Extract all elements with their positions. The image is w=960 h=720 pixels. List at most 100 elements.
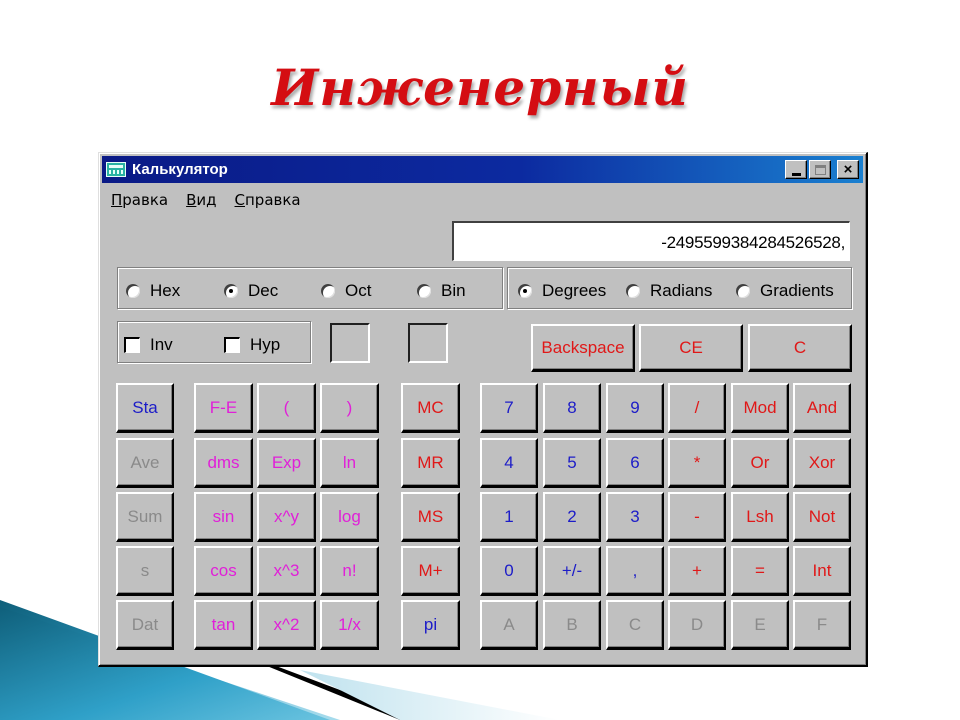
button-0[interactable]: 0 (480, 546, 538, 596)
button-d[interactable]: D (668, 600, 726, 650)
menu-item-help[interactable]: Справка (235, 191, 301, 209)
button-x-y[interactable]: x^y (257, 492, 316, 542)
button-int[interactable]: Int (793, 546, 851, 596)
button-pi[interactable]: pi (401, 600, 460, 650)
button-log[interactable]: log (320, 492, 379, 542)
checkbox-label: Hyp (250, 335, 281, 354)
button-c[interactable]: C (606, 600, 664, 650)
button-1[interactable]: 1 (480, 492, 538, 542)
close-icon: × (843, 161, 853, 178)
button-mc[interactable]: MC (401, 383, 460, 433)
button-ave[interactable]: Ave (116, 438, 174, 488)
maximize-button (809, 160, 831, 179)
button-9[interactable]: 9 (606, 383, 664, 433)
menu-label-rest: правка (245, 191, 301, 209)
button-x-3[interactable]: x^3 (257, 546, 316, 596)
button-cos[interactable]: cos (194, 546, 253, 596)
parentheses-indicator (330, 323, 370, 363)
button-subtract[interactable]: - (668, 492, 726, 542)
button-dms[interactable]: dms (194, 438, 253, 488)
memory-indicator (408, 323, 448, 363)
button-mod[interactable]: Mod (731, 383, 789, 433)
radio-oct[interactable]: Oct (321, 281, 371, 301)
modifiers-group: Inv Hyp (117, 321, 311, 363)
button-not[interactable]: Not (793, 492, 851, 542)
button-close-paren[interactable]: ) (320, 383, 379, 433)
title-bar[interactable]: Калькулятор × (102, 156, 863, 183)
menu-mnemonic: С (234, 191, 245, 209)
slide-title: Инженерный (271, 58, 689, 117)
button-f[interactable]: F (793, 600, 851, 650)
button-2[interactable]: 2 (543, 492, 601, 542)
button-equals[interactable]: = (731, 546, 789, 596)
checkbox-box-icon (224, 337, 240, 353)
button-exp[interactable]: Exp (257, 438, 316, 488)
button-x-2[interactable]: x^2 (257, 600, 316, 650)
button-s[interactable]: s (116, 546, 174, 596)
radio-label: Oct (345, 281, 372, 300)
button-1-x[interactable]: 1/x (320, 600, 379, 650)
button-dat[interactable]: Dat (116, 600, 174, 650)
radio-circle-icon (626, 284, 640, 298)
button-b[interactable]: B (543, 600, 601, 650)
radio-circle-icon (224, 284, 238, 298)
radio-gradients[interactable]: Gradients (736, 281, 834, 301)
radio-circle-icon (126, 284, 140, 298)
button-n[interactable]: n! (320, 546, 379, 596)
button-ce[interactable]: CE (639, 324, 743, 372)
display-field[interactable]: -2495599384284526528, (452, 221, 850, 261)
button-f-e[interactable]: F-E (194, 383, 253, 433)
button-xor[interactable]: Xor (793, 438, 851, 488)
radio-dec[interactable]: Dec (224, 281, 278, 301)
button-sum[interactable]: Sum (116, 492, 174, 542)
button-c[interactable]: C (748, 324, 852, 372)
button-ln[interactable]: ln (320, 438, 379, 488)
radio-circle-icon (518, 284, 532, 298)
button-tan[interactable]: tan (194, 600, 253, 650)
radio-label: Gradients (760, 281, 834, 300)
radio-radians[interactable]: Radians (626, 281, 712, 301)
radio-label: Radians (650, 281, 713, 300)
menu-item-edit[interactable]: Правка (111, 191, 168, 209)
button-6[interactable]: 6 (606, 438, 664, 488)
button-5[interactable]: 5 (543, 438, 601, 488)
minimize-button[interactable] (785, 160, 807, 179)
button-e[interactable]: E (731, 600, 789, 650)
button-4[interactable]: 4 (480, 438, 538, 488)
button-ms[interactable]: MS (401, 492, 460, 542)
radio-bin[interactable]: Bin (417, 281, 466, 301)
button-multiply[interactable]: * (668, 438, 726, 488)
button-open-paren[interactable]: ( (257, 383, 316, 433)
menu-label-rest: равка (122, 191, 169, 209)
button-or[interactable]: Or (731, 438, 789, 488)
menu-mnemonic: П (111, 191, 123, 209)
button-decimal[interactable]: , (606, 546, 664, 596)
menu-label-rest: ид (196, 191, 217, 209)
button-divide[interactable]: / (668, 383, 726, 433)
radio-degrees[interactable]: Degrees (518, 281, 606, 301)
window-title: Калькулятор (132, 161, 228, 178)
calculator-icon (106, 162, 126, 177)
calculator-window: Калькулятор × Правка Вид Справка -24955993… (98, 152, 868, 667)
menu-bar: Правка Вид Справка (111, 191, 301, 209)
button-lsh[interactable]: Lsh (731, 492, 789, 542)
checkbox-inv[interactable]: Inv (124, 335, 173, 355)
radio-hex[interactable]: Hex (126, 281, 180, 301)
button-sta[interactable]: Sta (116, 383, 174, 433)
button-8[interactable]: 8 (543, 383, 601, 433)
button-m[interactable]: M+ (401, 546, 460, 596)
button-sign[interactable]: +/- (543, 546, 601, 596)
button-add[interactable]: + (668, 546, 726, 596)
button-a[interactable]: A (480, 600, 538, 650)
radio-circle-icon (321, 284, 335, 298)
button-sin[interactable]: sin (194, 492, 253, 542)
button-and[interactable]: And (793, 383, 851, 433)
button-backspace[interactable]: Backspace (531, 324, 635, 372)
checkbox-hyp[interactable]: Hyp (224, 335, 280, 355)
button-3[interactable]: 3 (606, 492, 664, 542)
menu-item-view[interactable]: Вид (186, 191, 216, 209)
number-system-group: Hex Dec Oct Bin (117, 267, 503, 309)
close-button[interactable]: × (837, 160, 859, 179)
button-mr[interactable]: MR (401, 438, 460, 488)
button-7[interactable]: 7 (480, 383, 538, 433)
